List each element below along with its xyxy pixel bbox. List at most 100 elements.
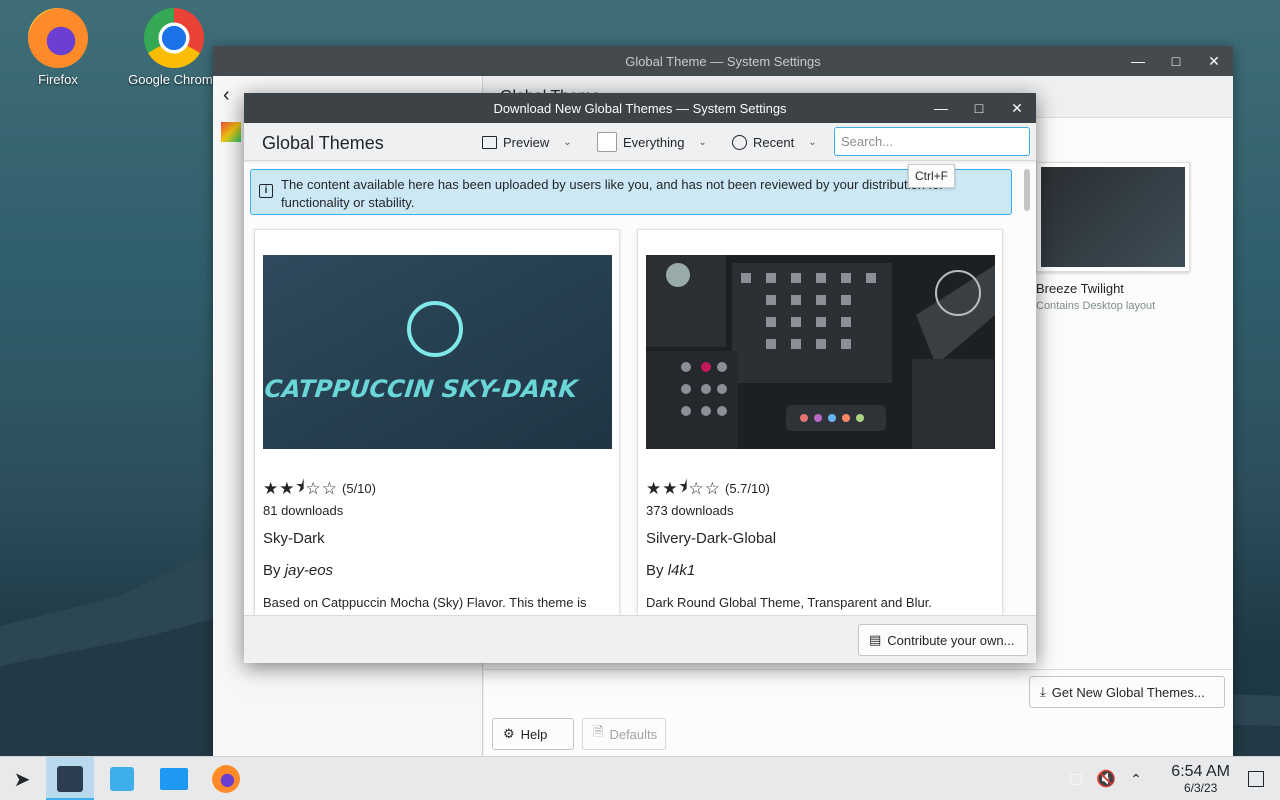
defaults-button[interactable]: 🗎 Defaults — [582, 718, 666, 750]
help-button[interactable]: ⚙ Help — [492, 718, 574, 750]
star-empty-icon: ☆ — [704, 478, 721, 498]
desktop-icon-label: Google Chrome — [128, 72, 220, 87]
rating-stars: ★ ★ ⯨ ☆ ☆ (5/10) — [263, 474, 376, 503]
document-icon: 🗎 — [593, 724, 604, 739]
get-new-themes-label: Get New Global Themes... — [1051, 684, 1205, 700]
author-link[interactable]: l4k1 — [668, 562, 696, 579]
chevron-up-icon[interactable]: ⌃ — [1118, 761, 1154, 797]
window-title: Global Theme — System Settings — [625, 53, 821, 69]
contribute-label: Contribute your own... — [887, 632, 1015, 648]
search-placeholder: Search... — [841, 134, 894, 149]
star-icon: ★ — [662, 478, 678, 498]
thumbnail-logo-text: CATPPUCCIN SKY-DARK — [263, 375, 581, 403]
theme-card[interactable]: ★ ★ ⯨ ☆ ☆ (5.7/10) 373 downloads Silvery… — [637, 229, 1003, 615]
theme-card-name: Breeze Twilight — [1036, 281, 1124, 296]
dolphin-icon[interactable] — [156, 761, 192, 797]
star-empty-icon: ☆ — [321, 478, 338, 498]
download-icon: ⤓ — [1040, 684, 1046, 699]
themes-list: i The content available here has been up… — [244, 163, 1036, 615]
theme-preview-card[interactable] — [1036, 162, 1190, 272]
clock[interactable]: 6:54 AM 6/3/23 — [1171, 763, 1230, 795]
back-arrow-icon[interactable]: ‹ — [223, 84, 230, 107]
defaults-label: Defaults — [609, 726, 658, 742]
theme-description: Based on Catppuccin Mocha (Sky) Flavor. … — [263, 595, 587, 610]
image-icon — [482, 135, 497, 149]
theme-card-subtitle: Contains Desktop layout — [1036, 300, 1156, 312]
sidebar-item-icon[interactable] — [221, 122, 241, 142]
checkbox-icon — [597, 132, 617, 152]
rating-text: (5.7/10) — [725, 481, 770, 496]
close-icon[interactable]: ✕ — [998, 93, 1036, 123]
star-empty-icon: ☆ — [688, 478, 704, 498]
chevron-down-icon: ⌄ — [808, 136, 817, 148]
dialog-heading: Global Themes — [262, 133, 384, 153]
theme-name: Silvery-Dark-Global — [646, 530, 777, 547]
chevron-down-icon: ⌄ — [563, 136, 572, 148]
desktop-icon-firefox[interactable]: Firefox — [8, 8, 108, 87]
preview-label: Preview — [503, 134, 550, 150]
window-titlebar[interactable]: Global Theme — System Settings — □ ✕ — [213, 46, 1233, 76]
minimize-icon[interactable]: — — [1119, 46, 1157, 76]
theme-card[interactable]: CATPPUCCIN SKY-DARK ★ ★ ⯨ ☆ ☆ (5/10) 81 … — [254, 229, 620, 615]
firefox-taskbar-icon[interactable] — [208, 761, 244, 797]
dialog-title: Download New Global Themes — System Sett… — [493, 100, 787, 116]
dialog-footer: ▤ Contribute your own... — [244, 615, 1036, 663]
star-half-icon: ⯨ — [295, 477, 305, 496]
filter-label: Everything — [623, 134, 685, 150]
help-icon: ⚙ — [503, 726, 515, 741]
clock-time: 6:54 AM — [1171, 763, 1230, 780]
download-count: 81 downloads — [263, 503, 344, 518]
download-themes-dialog: Download New Global Themes — System Sett… — [244, 93, 1036, 663]
theme-thumbnail: CATPPUCCIN SKY-DARK — [263, 255, 612, 449]
content-warning-text: The content available here has been uplo… — [281, 177, 944, 210]
star-icon: ★ — [263, 478, 279, 498]
info-icon: i — [259, 184, 273, 198]
star-half-icon: ⯨ — [678, 477, 688, 496]
content-warning-banner: i The content available here has been up… — [250, 169, 1012, 215]
upload-icon: ▤ — [869, 632, 882, 647]
get-new-themes-button[interactable]: ⤓ Get New Global Themes... — [1029, 676, 1225, 708]
filter-dropdown[interactable]: Everything ⌄ — [597, 129, 707, 155]
show-desktop-icon[interactable] — [1238, 761, 1274, 797]
author-link[interactable]: jay-eos — [285, 562, 333, 579]
theme-preview-image — [1041, 167, 1185, 267]
minimize-icon[interactable]: — — [922, 93, 960, 123]
author-prefix: By — [263, 562, 281, 579]
desktop-icon-label: Firefox — [38, 72, 78, 87]
preview-dropdown[interactable]: Preview ⌄ — [482, 129, 572, 155]
sort-dropdown[interactable]: Recent ⌄ — [732, 129, 817, 155]
theme-description: Dark Round Global Theme, Transparent and… — [646, 595, 932, 610]
theme-author: By l4k1 — [646, 562, 695, 579]
theme-name: Sky-Dark — [263, 530, 325, 547]
chevron-down-icon: ⌄ — [698, 136, 707, 148]
theme-thumbnail — [646, 255, 995, 449]
app-launcher-icon[interactable]: ➤ — [4, 761, 40, 797]
chrome-icon — [144, 8, 204, 68]
theme-author: By jay-eos — [263, 562, 333, 579]
star-icon: ★ — [646, 478, 662, 498]
download-count: 373 downloads — [646, 503, 734, 518]
maximize-icon[interactable]: □ — [1157, 46, 1195, 76]
clock-icon — [732, 134, 747, 150]
maximize-icon[interactable]: □ — [960, 93, 998, 123]
search-input[interactable]: Search... — [834, 127, 1030, 156]
star-icon: ★ — [279, 478, 295, 498]
scrollbar[interactable] — [1024, 169, 1030, 211]
divider — [484, 669, 1233, 670]
shortcut-tooltip: Ctrl+F — [908, 164, 955, 188]
close-icon[interactable]: ✕ — [1195, 46, 1233, 76]
dialog-toolbar: Global Themes Preview ⌄ Everything ⌄ Rec… — [244, 123, 1036, 161]
star-empty-icon: ☆ — [305, 478, 321, 498]
firefox-icon — [28, 8, 88, 68]
discover-icon[interactable] — [104, 761, 140, 797]
contribute-button[interactable]: ▤ Contribute your own... — [858, 624, 1028, 656]
desktop-icon-chrome[interactable]: Google Chrome — [124, 8, 224, 87]
taskbar: ➤ □ 🔇 ⌃ 6:54 AM 6/3/23 — [0, 756, 1280, 800]
clock-date: 6/3/23 — [1183, 781, 1218, 795]
system-settings-icon[interactable] — [52, 761, 88, 797]
rating-text: (5/10) — [342, 481, 376, 496]
rating-stars: ★ ★ ⯨ ☆ ☆ (5.7/10) — [646, 474, 770, 503]
author-prefix: By — [646, 562, 664, 579]
sort-label: Recent — [753, 134, 795, 150]
dialog-titlebar[interactable]: Download New Global Themes — System Sett… — [244, 93, 1036, 123]
